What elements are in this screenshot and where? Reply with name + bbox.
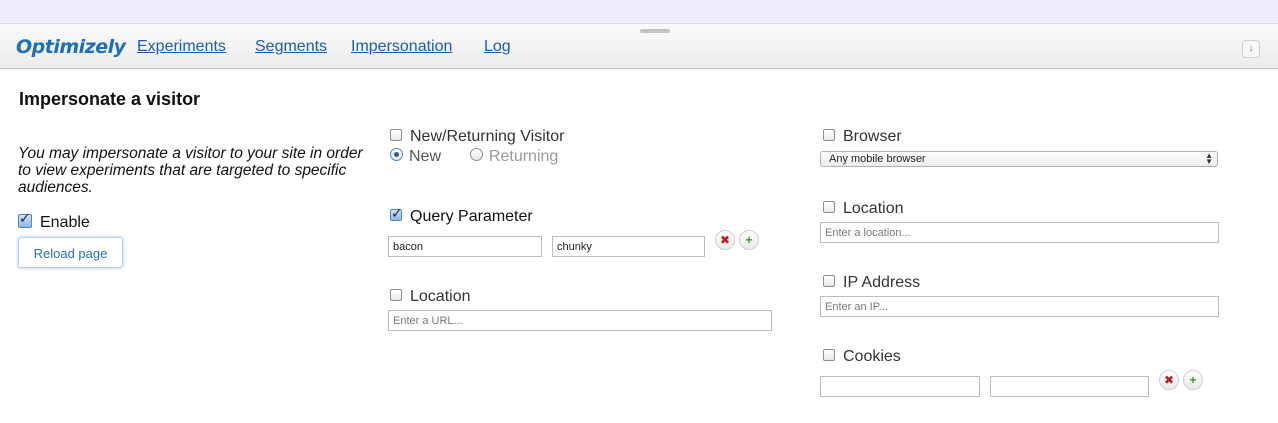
url-input[interactable] (388, 310, 772, 331)
reload-page-button[interactable]: Reload page (18, 237, 123, 268)
nav-link-segments[interactable]: Segments (255, 38, 327, 56)
query-section: Query Parameter (390, 205, 533, 226)
visitor-section: New/Returning Visitor (390, 128, 564, 146)
url-location-checkbox[interactable] (390, 288, 402, 301)
add-icon[interactable]: + (1183, 370, 1203, 390)
browser-checkbox[interactable] (823, 128, 835, 141)
remove-icon[interactable]: ✖ (1159, 370, 1179, 390)
double-chevron-down-icon[interactable]: ↓ (1242, 40, 1260, 58)
radio-new[interactable] (390, 148, 403, 162)
ip-checkbox[interactable] (823, 274, 835, 287)
radio-returning[interactable] (469, 148, 483, 162)
enable-row[interactable]: Enable (18, 210, 90, 232)
drag-handle[interactable] (640, 29, 670, 33)
query-value-input[interactable] (552, 236, 705, 257)
geo-location-label: Location (843, 200, 904, 217)
nav-link-impersonation[interactable]: Impersonation (351, 38, 452, 56)
url-location-section: Location (390, 288, 471, 306)
ip-input[interactable] (820, 296, 1219, 317)
intro-text: You may impersonate a visitor to your si… (18, 145, 363, 196)
ip-label: IP Address (843, 274, 921, 291)
nav-link-log[interactable]: Log (484, 38, 511, 56)
browser-select-value: Any mobile browser (829, 153, 926, 165)
cookies-checkbox[interactable] (823, 348, 835, 361)
remove-icon[interactable]: ✖ (715, 230, 735, 250)
geo-location-section: Location (823, 200, 904, 218)
nav-link-experiments[interactable]: Experiments (137, 38, 226, 56)
visitor-label: New/Returning Visitor (410, 128, 565, 145)
cookie-name-input[interactable] (820, 376, 980, 397)
select-arrows-icon: ▲ ▼ (1205, 151, 1213, 166)
browser-section: Browser (823, 128, 902, 146)
query-label: Query Parameter (410, 208, 533, 225)
query-checkbox[interactable] (390, 205, 403, 222)
ip-section: IP Address (823, 274, 920, 292)
enable-label: Enable (40, 214, 90, 231)
browser-select[interactable]: Any mobile browser ▲ ▼ (820, 151, 1218, 167)
page-title: Impersonate a visitor (19, 89, 201, 109)
add-icon[interactable]: + (739, 230, 759, 250)
visitor-radio-group: New Returning (390, 148, 558, 166)
geo-location-input[interactable] (820, 222, 1219, 243)
optimizely-logo[interactable]: Optimizely (16, 36, 126, 58)
visitor-checkbox[interactable] (390, 128, 402, 141)
cookie-value-input[interactable] (990, 376, 1149, 397)
enable-checkbox[interactable] (18, 210, 32, 228)
geo-location-checkbox[interactable] (823, 200, 835, 213)
cookies-label: Cookies (843, 348, 901, 365)
url-location-label: Location (410, 288, 471, 305)
query-key-input[interactable] (388, 236, 542, 257)
browser-label: Browser (843, 128, 902, 145)
radio-returning-label: Returning (488, 148, 559, 165)
cookies-section: Cookies (823, 348, 901, 366)
radio-new-label: New (409, 148, 442, 165)
browser-top-strip (0, 0, 1278, 24)
nav-bar: Optimizely Experiments Segments Imperson… (0, 24, 1278, 69)
